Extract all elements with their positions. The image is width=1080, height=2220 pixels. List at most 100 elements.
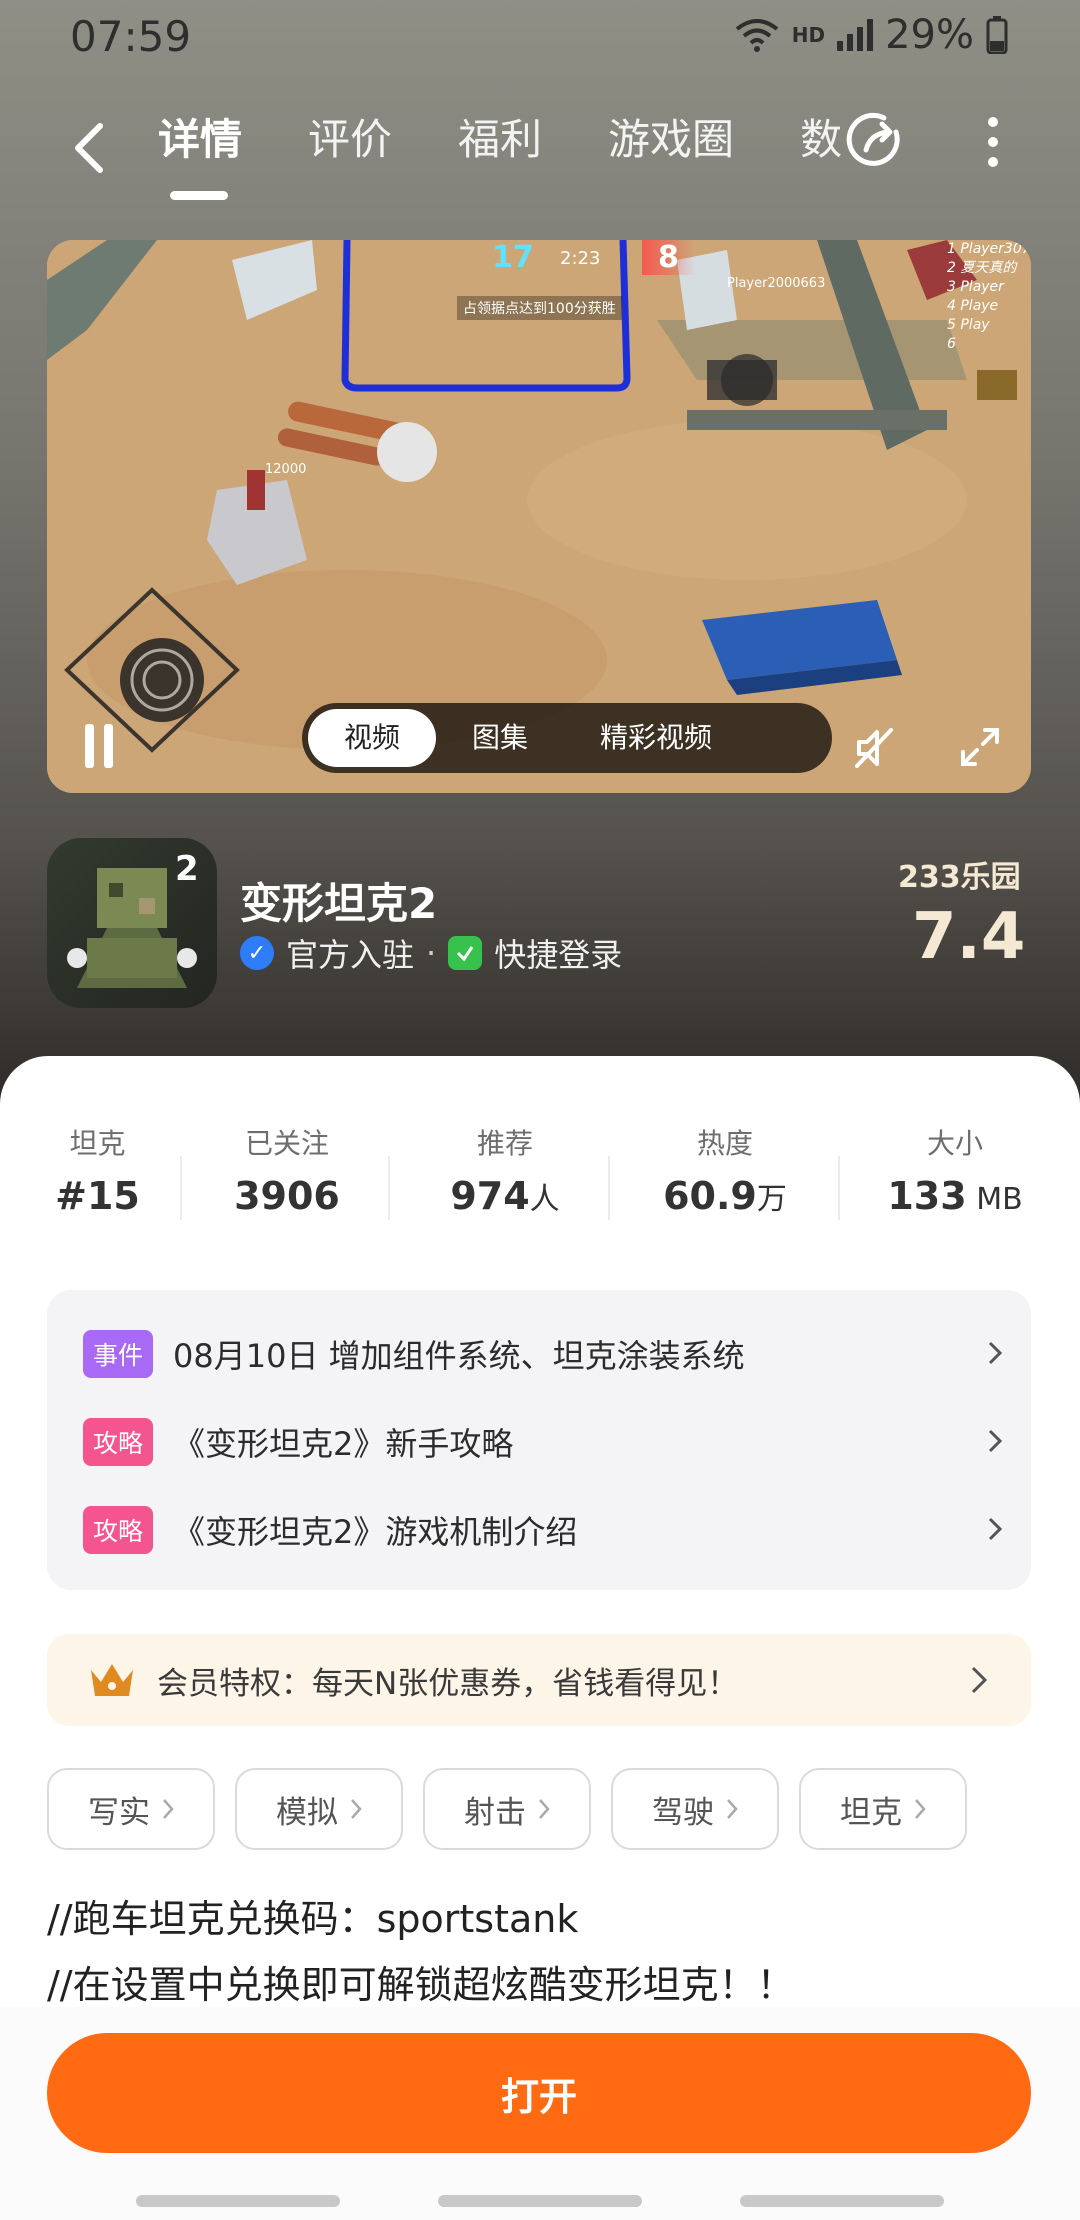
battery-percent: 29% bbox=[885, 12, 974, 58]
more-vert-icon bbox=[988, 117, 998, 167]
leaderboard-row: 4 Playe bbox=[947, 298, 999, 314]
news-tag-guide: 攻略 bbox=[83, 1418, 154, 1466]
app-detail-screen: { "status_bar": { "time": "07:59", "netw… bbox=[0, 0, 1080, 2220]
share-button[interactable] bbox=[844, 108, 910, 174]
rating-brand: 233乐园 bbox=[898, 860, 1021, 895]
stat-value: #15 bbox=[55, 1174, 140, 1218]
app-badges: ✓ 官方入驻 · 快捷登录 bbox=[240, 930, 622, 976]
media-tab-highlights[interactable]: 精彩视频 bbox=[564, 709, 748, 767]
stat-rank[interactable]: 坦克 #15 bbox=[40, 1122, 155, 1218]
tab-benefits[interactable]: 福利 bbox=[458, 100, 542, 180]
tab-details[interactable]: 详情 bbox=[158, 100, 242, 200]
chevron-right-icon bbox=[351, 1799, 362, 1819]
chevron-right-icon bbox=[915, 1799, 926, 1819]
tab-game-circle[interactable]: 游戏圈 bbox=[608, 100, 734, 180]
stat-unit: 人 bbox=[529, 1182, 560, 1217]
leaderboard-row: 5 Play bbox=[947, 317, 990, 333]
team-red-score: 8 bbox=[642, 240, 695, 275]
news-text: 《变形坦克2》游戏机制介绍 bbox=[173, 1513, 578, 1551]
match-objective: 占领据点达到100分获胜 bbox=[457, 296, 622, 320]
news-item[interactable]: 事件 08月10日 增加组件系统、坦克涂装系统 bbox=[83, 1324, 1003, 1384]
tag-chip-realistic[interactable]: 写实 bbox=[47, 1768, 215, 1850]
open-button[interactable]: 打开 bbox=[47, 2033, 1031, 2153]
wifi-icon bbox=[735, 19, 778, 52]
hd-network-label: HD bbox=[791, 23, 826, 47]
chevron-right-icon bbox=[971, 1666, 988, 1694]
separator-dot: · bbox=[426, 934, 437, 972]
tag-chip-tank[interactable]: 坦克 bbox=[799, 1768, 967, 1850]
tag-chip-shooting[interactable]: 射击 bbox=[423, 1768, 591, 1850]
tag-chip-driving[interactable]: 驾驶 bbox=[611, 1768, 779, 1850]
quick-login-label[interactable]: 快捷登录 bbox=[494, 930, 622, 976]
media-tab-gallery[interactable]: 图集 bbox=[436, 709, 564, 767]
enemy-player-name: Player2000663 bbox=[727, 276, 826, 291]
more-button[interactable] bbox=[978, 112, 1008, 172]
status-bar: 07:59 HD 29% bbox=[0, 0, 1080, 76]
status-icons: HD 29% bbox=[734, 12, 1008, 58]
media-tab-video[interactable]: 视频 bbox=[308, 709, 437, 767]
tank-hp: 12000 bbox=[265, 462, 307, 477]
expand-icon bbox=[961, 728, 999, 766]
stat-recommend[interactable]: 推荐 974人 bbox=[420, 1122, 590, 1218]
stat-size[interactable]: 大小 133 MB bbox=[870, 1122, 1040, 1218]
nav-gesture-bar[interactable] bbox=[740, 2195, 944, 2207]
quick-login-icon bbox=[448, 936, 483, 970]
stat-label: 坦克 bbox=[69, 1127, 126, 1160]
news-tag-event: 事件 bbox=[83, 1330, 154, 1378]
top-nav: 详情 评价 福利 游戏圈 数 bbox=[0, 100, 1080, 220]
back-button[interactable] bbox=[66, 118, 116, 178]
game-description: //跑车坦克兑换码：sportstank //在设置中兑换即可解锁超炫酷变形坦克… bbox=[47, 1886, 795, 2018]
news-item[interactable]: 攻略 《变形坦克2》新手攻略 bbox=[83, 1412, 1003, 1472]
tank-logo-icon: 2 bbox=[67, 849, 199, 988]
leaderboard-row: 3 Player bbox=[947, 279, 1004, 295]
chevron-right-icon bbox=[539, 1799, 550, 1819]
description-line: //跑车坦克兑换码：sportstank bbox=[47, 1897, 579, 1941]
stat-unit: MB bbox=[966, 1182, 1023, 1217]
chevron-right-icon bbox=[988, 1341, 1003, 1365]
match-timer: 2:23 bbox=[560, 248, 601, 269]
leaderboard-row: 2 夏天真的 bbox=[947, 260, 1017, 276]
news-card: 事件 08月10日 增加组件系统、坦克涂装系统 攻略 《变形坦克2》新手攻略 攻… bbox=[47, 1290, 1031, 1590]
muted-speaker-icon bbox=[855, 728, 893, 768]
chevron-right-icon bbox=[988, 1429, 1003, 1453]
stat-value: 3906 bbox=[234, 1174, 340, 1218]
stat-label: 已关注 bbox=[244, 1127, 329, 1160]
battery-icon bbox=[986, 16, 1008, 54]
news-text: 08月10日 增加组件系统、坦克涂装系统 bbox=[173, 1337, 745, 1375]
tab-data[interactable]: 数 bbox=[800, 100, 842, 180]
stat-unit: 万 bbox=[756, 1182, 787, 1217]
match-scoreboard: 17 2:23 8 bbox=[442, 240, 702, 300]
tab-reviews[interactable]: 评价 bbox=[308, 100, 392, 180]
media-tab-switcher: 视频 图集 精彩视频 bbox=[302, 703, 832, 773]
nav-gesture-bar[interactable] bbox=[438, 2195, 642, 2207]
chip-label: 写实 bbox=[88, 1794, 150, 1831]
stat-followers[interactable]: 已关注 3906 bbox=[212, 1122, 362, 1218]
chip-label: 射击 bbox=[464, 1794, 526, 1831]
back-arrow-icon bbox=[75, 123, 103, 173]
news-item[interactable]: 攻略 《变形坦克2》游戏机制介绍 bbox=[83, 1500, 1003, 1560]
status-time: 07:59 bbox=[70, 12, 192, 61]
chevron-right-icon bbox=[163, 1799, 174, 1819]
app-title: 变形坦克2 bbox=[240, 879, 438, 928]
pause-button[interactable] bbox=[81, 724, 117, 768]
verified-check-icon: ✓ bbox=[240, 936, 274, 970]
chip-label: 坦克 bbox=[840, 1794, 902, 1831]
media-preview[interactable]: 17 2:23 8 占领据点达到100分获胜 Player2000663 120… bbox=[47, 240, 1031, 793]
divider bbox=[388, 1156, 390, 1220]
nav-gesture-bar[interactable] bbox=[136, 2195, 340, 2207]
signal-icon bbox=[837, 19, 874, 51]
fullscreen-button[interactable] bbox=[959, 726, 1001, 768]
team-blue-score: 17 bbox=[492, 240, 534, 275]
stat-label: 热度 bbox=[696, 1127, 753, 1160]
tag-chip-simulation[interactable]: 模拟 bbox=[235, 1768, 403, 1850]
svg-text:2: 2 bbox=[175, 849, 199, 889]
vip-banner[interactable]: 会员特权：每天N张优惠券，省钱看得见！ bbox=[47, 1634, 1031, 1726]
pause-icon bbox=[85, 724, 94, 768]
vip-text: 会员特权：每天N张优惠券，省钱看得见！ bbox=[157, 1665, 739, 1702]
share-icon bbox=[846, 112, 900, 166]
news-text: 《变形坦克2》新手攻略 bbox=[173, 1425, 514, 1463]
divider bbox=[838, 1156, 840, 1220]
stat-heat[interactable]: 热度 60.9万 bbox=[640, 1122, 810, 1218]
mute-button[interactable] bbox=[851, 724, 899, 772]
chip-label: 模拟 bbox=[276, 1794, 338, 1831]
